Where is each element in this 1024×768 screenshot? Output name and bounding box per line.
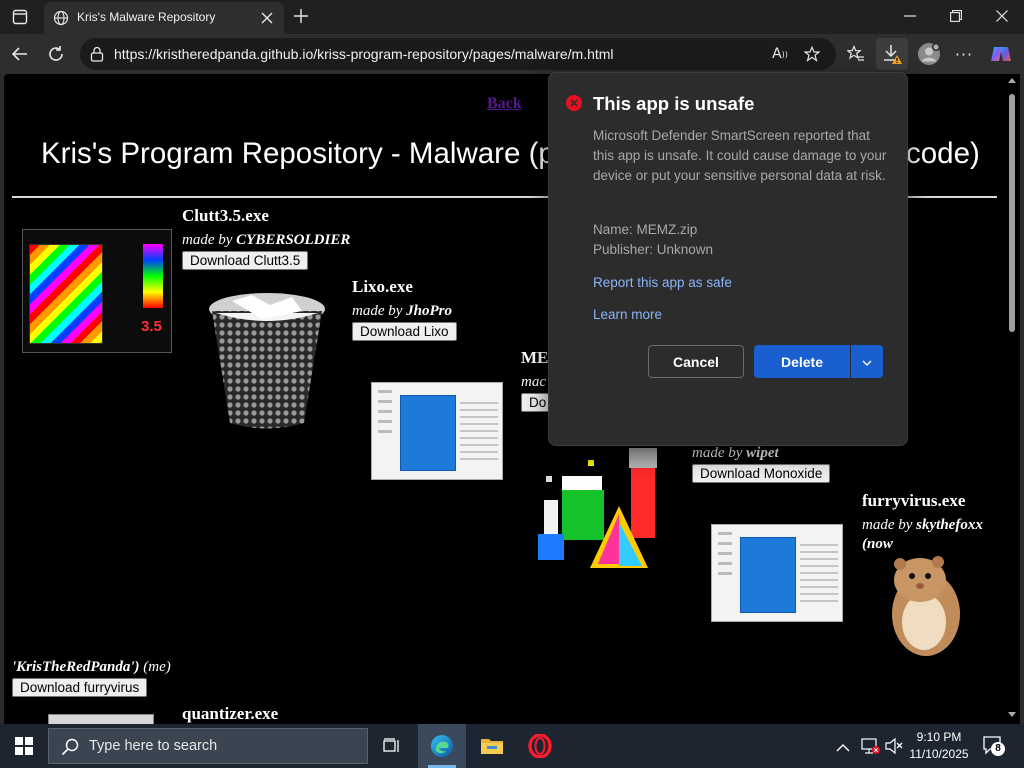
network-icon[interactable] [860, 737, 880, 759]
back-link[interactable]: Back [487, 95, 522, 113]
tab-title: Kris's Malware Repository [77, 10, 216, 24]
clock-date: 11/10/2025 [909, 747, 969, 761]
favorites-icon[interactable] [844, 43, 868, 65]
download-warning-popup: This app is unsafe Microsoft Defender Sm… [548, 72, 908, 446]
download-clutt-button[interactable]: Download Clutt3.5 [182, 251, 309, 270]
popup-file-name: Name: MEMZ.zip [593, 222, 698, 237]
edge-icon [430, 734, 454, 762]
item-author-lixo: made by JhoPro [352, 303, 452, 319]
download-icon[interactable] [876, 38, 908, 70]
popup-publisher: Publisher: Unknown [593, 242, 714, 257]
item-author-clutt: made by CYBERSOLDIER [182, 232, 351, 248]
opera-icon[interactable] [518, 724, 562, 768]
hamster-image [876, 552, 968, 660]
close-window-icon[interactable] [990, 6, 1014, 26]
clutt-thumbnail: 3.5 [22, 229, 172, 353]
notification-icon[interactable]: 8 [982, 734, 1005, 760]
search-icon [61, 738, 79, 760]
tray-chevron-icon[interactable] [836, 738, 850, 757]
learn-more-link[interactable]: Learn more [593, 307, 662, 322]
clock-time: 9:10 PM [916, 730, 962, 744]
download-furryvirus-button[interactable]: Download furryvirus [12, 678, 148, 697]
lixo-trash-image [202, 289, 332, 434]
profile-icon[interactable] [916, 41, 942, 67]
page-title: Kris's Program Repository - Malware (p [41, 137, 555, 171]
scroll-down-arrow-icon[interactable] [1008, 712, 1016, 717]
report-safe-link[interactable]: Report this app as safe [593, 275, 732, 290]
more-icon[interactable]: ··· [952, 43, 976, 65]
back-icon[interactable] [8, 42, 32, 66]
address-bar[interactable]: https://kristheredpanda.github.io/kriss-… [80, 38, 836, 70]
item-author-monoxide: made by wipet [692, 445, 779, 461]
download-lixo-button[interactable]: Download Lixo [352, 322, 457, 341]
clutt-side-panel [143, 244, 163, 308]
item-title-quantizer: quantizer.exe [182, 704, 279, 723]
windows-icon[interactable] [0, 724, 48, 768]
lock-icon[interactable] [89, 46, 105, 62]
url-text: https://kristheredpanda.github.io/kriss-… [114, 46, 614, 62]
tab-bar: Kris's Malware Repository [0, 0, 1024, 34]
item-title-furryvirus: furryvirus.exe [862, 491, 966, 510]
globe-icon [52, 9, 70, 27]
scroll-up-arrow-icon[interactable] [1008, 78, 1016, 83]
download-monoxide-button[interactable]: Download Monoxide [692, 464, 831, 483]
delete-options-button[interactable] [851, 345, 883, 378]
cancel-button[interactable]: Cancel [648, 345, 744, 378]
taskbar: Type here to search 9:10 PM 11/10/2025 8 [0, 724, 1024, 768]
monoxide-flask-image [534, 442, 674, 572]
copilot-icon[interactable] [988, 41, 1014, 67]
clock[interactable]: 9:10 PM 11/10/2025 [908, 729, 970, 763]
minimize-icon[interactable] [898, 6, 922, 26]
error-icon [566, 95, 582, 111]
browser-window: Kris's Malware Repository https://kristh… [0, 0, 1024, 724]
page-title-left: Kris's Program Repository - Malware (p [41, 137, 555, 170]
close-icon[interactable] [258, 9, 276, 27]
item-title-clutt: Clutt3.5.exe [182, 206, 269, 225]
edge-taskbar-button[interactable] [418, 724, 466, 768]
read-aloud-icon[interactable]: A)) [770, 45, 790, 63]
tab-active[interactable]: Kris's Malware Repository [44, 2, 284, 34]
quantizer-thumbnail [48, 714, 154, 724]
page-scrollbar[interactable] [1004, 74, 1020, 724]
folder-icon[interactable] [470, 724, 514, 768]
memz-thumbnail [371, 382, 503, 480]
item-author-furryvirus-extra: (now [862, 536, 893, 552]
item-title-lixo: Lixo.exe [352, 277, 413, 296]
item-title-memz: ME [521, 348, 549, 367]
furryvirus-thumbnail [711, 524, 843, 622]
taskbar-search-box[interactable]: Type here to search [48, 728, 368, 764]
clutt-rainbow-panel [29, 244, 103, 344]
chevron-down-icon [862, 354, 872, 369]
search-placeholder: Type here to search [89, 738, 218, 754]
item-author-memz: mac [521, 374, 546, 390]
plus-icon[interactable] [291, 6, 311, 26]
refresh-icon[interactable] [44, 42, 68, 66]
popup-title: This app is unsafe [593, 93, 755, 114]
task-view-icon[interactable] [376, 724, 408, 768]
popup-message: Microsoft Defender SmartScreen reported … [593, 128, 887, 183]
clutt-version-badge: 3.5 [141, 318, 162, 335]
restore-icon[interactable] [944, 6, 968, 26]
scrollbar-thumb[interactable] [1009, 94, 1015, 332]
item-author-furryvirus: made by skythefoxx [862, 517, 983, 533]
delete-button[interactable]: Delete [754, 345, 850, 378]
volume-muted-icon[interactable] [884, 737, 904, 759]
star-icon[interactable] [802, 44, 822, 64]
window-menu-icon[interactable] [10, 7, 30, 27]
toolbar: https://kristheredpanda.github.io/kriss-… [0, 34, 1024, 74]
page-title-right: code) [906, 137, 980, 170]
notification-badge: 8 [991, 742, 1005, 756]
item-author-furryvirus-cont: 'KrisTheRedPanda') (me) [12, 659, 171, 675]
